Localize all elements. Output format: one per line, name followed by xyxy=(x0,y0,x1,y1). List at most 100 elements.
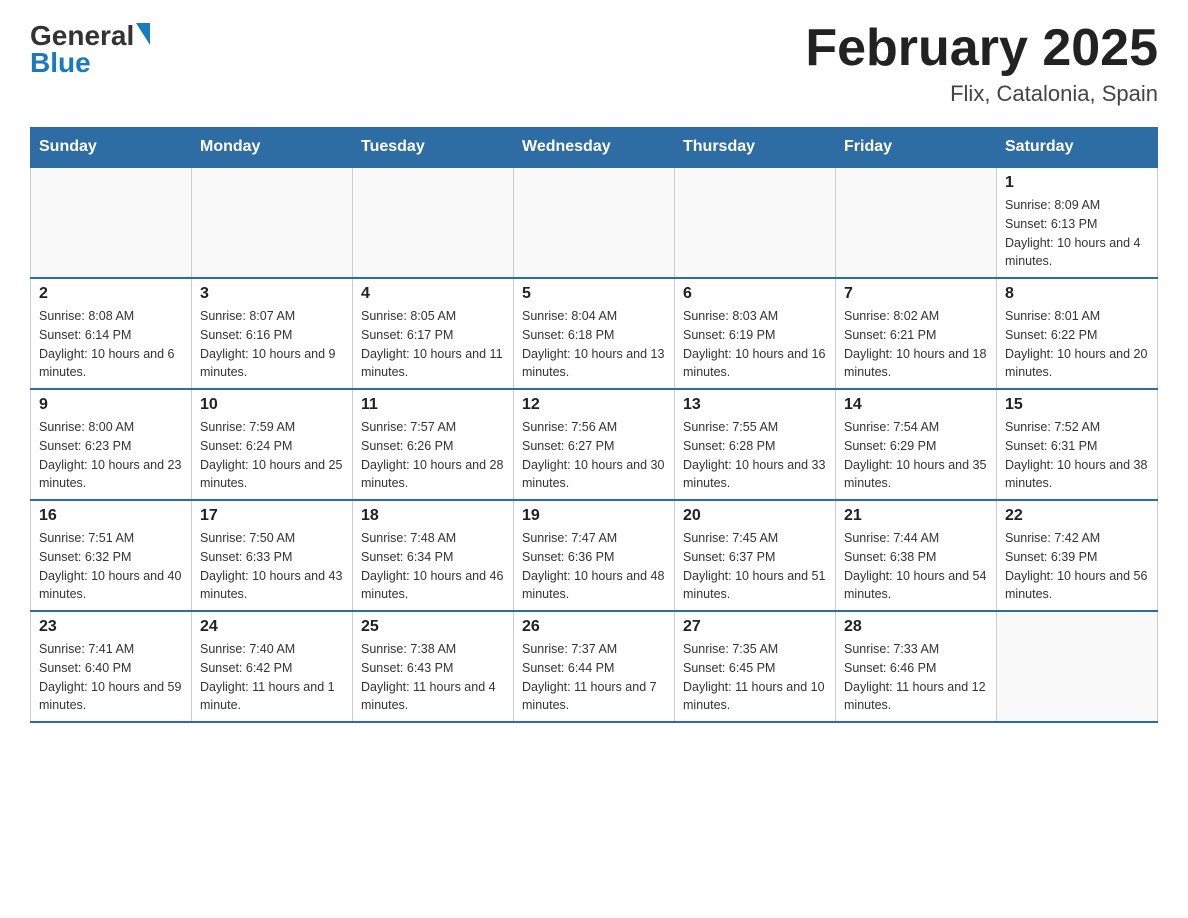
calendar-cell: 10 Sunrise: 7:59 AM Sunset: 6:24 PM Dayli… xyxy=(192,389,353,500)
calendar-cell: 15Sunrise: 7:52 AM Sunset: 6:31 PM Dayli… xyxy=(997,389,1158,500)
day-info: Sunrise: 7:54 AM Sunset: 6:29 PM Dayligh… xyxy=(844,418,988,493)
calendar-cell xyxy=(31,167,192,278)
day-info: Sunrise: 7:38 AM Sunset: 6:43 PM Dayligh… xyxy=(361,640,505,715)
calendar-cell: 26 Sunrise: 7:37 AM Sunset: 6:44 PM Dayli… xyxy=(514,611,675,722)
calendar-cell: 24 Sunrise: 7:40 AM Sunset: 6:42 PM Dayli… xyxy=(192,611,353,722)
day-info: Sunrise: 7:44 AM Sunset: 6:38 PM Dayligh… xyxy=(844,529,988,604)
calendar-cell xyxy=(192,167,353,278)
day-info: Sunrise: 7:45 AM Sunset: 6:37 PM Dayligh… xyxy=(683,529,827,604)
day-info: Sunrise: 7:37 AM Sunset: 6:44 PM Dayligh… xyxy=(522,640,666,715)
page-header: General Blue February 2025 Flix, Catalon… xyxy=(30,20,1158,107)
day-number: 14 xyxy=(844,396,988,414)
calendar-cell xyxy=(997,611,1158,722)
day-info: Sunrise: 7:48 AM Sunset: 6:34 PM Dayligh… xyxy=(361,529,505,604)
calendar-cell: 7 Sunrise: 8:02 AM Sunset: 6:21 PM Daylig… xyxy=(836,278,997,389)
day-number: 28 xyxy=(844,618,988,636)
logo-blue: Blue xyxy=(30,47,91,79)
day-number: 26 xyxy=(522,618,666,636)
day-info: Sunrise: 7:51 AM Sunset: 6:32 PM Dayligh… xyxy=(39,529,183,604)
calendar-cell: 6Sunrise: 8:03 AM Sunset: 6:19 PM Daylig… xyxy=(675,278,836,389)
title-area: February 2025 Flix, Catalonia, Spain xyxy=(805,20,1158,107)
calendar-cell: 18 Sunrise: 7:48 AM Sunset: 6:34 PM Dayli… xyxy=(353,500,514,611)
week-row-5: 23 Sunrise: 7:41 AM Sunset: 6:40 PM Dayli… xyxy=(31,611,1158,722)
day-number: 20 xyxy=(683,507,827,525)
calendar-cell: 20 Sunrise: 7:45 AM Sunset: 6:37 PM Dayli… xyxy=(675,500,836,611)
calendar-cell: 28 Sunrise: 7:33 AM Sunset: 6:46 PM Dayli… xyxy=(836,611,997,722)
column-header-sunday: Sunday xyxy=(31,128,192,168)
calendar-cell: 1 Sunrise: 8:09 AM Sunset: 6:13 PM Daylig… xyxy=(997,167,1158,278)
column-header-saturday: Saturday xyxy=(997,128,1158,168)
calendar-cell: 9 Sunrise: 8:00 AM Sunset: 6:23 PM Daylig… xyxy=(31,389,192,500)
day-number: 18 xyxy=(361,507,505,525)
column-header-monday: Monday xyxy=(192,128,353,168)
logo-triangle-icon xyxy=(136,23,150,45)
day-info: Sunrise: 7:41 AM Sunset: 6:40 PM Dayligh… xyxy=(39,640,183,715)
week-row-3: 9 Sunrise: 8:00 AM Sunset: 6:23 PM Daylig… xyxy=(31,389,1158,500)
day-number: 10 xyxy=(200,396,344,414)
day-number: 21 xyxy=(844,507,988,525)
day-number: 5 xyxy=(522,285,666,303)
calendar-cell: 4Sunrise: 8:05 AM Sunset: 6:17 PM Daylig… xyxy=(353,278,514,389)
calendar-cell: 11 Sunrise: 7:57 AM Sunset: 6:26 PM Dayli… xyxy=(353,389,514,500)
day-number: 27 xyxy=(683,618,827,636)
calendar-cell: 13 Sunrise: 7:55 AM Sunset: 6:28 PM Dayli… xyxy=(675,389,836,500)
day-info: Sunrise: 7:59 AM Sunset: 6:24 PM Dayligh… xyxy=(200,418,344,493)
column-header-friday: Friday xyxy=(836,128,997,168)
day-number: 4 xyxy=(361,285,505,303)
day-number: 23 xyxy=(39,618,183,636)
day-number: 2 xyxy=(39,285,183,303)
day-number: 6 xyxy=(683,285,827,303)
day-info: Sunrise: 8:09 AM Sunset: 6:13 PM Dayligh… xyxy=(1005,196,1149,271)
day-info: Sunrise: 7:52 AM Sunset: 6:31 PM Dayligh… xyxy=(1005,418,1149,493)
day-number: 1 xyxy=(1005,174,1149,192)
calendar-cell: 14 Sunrise: 7:54 AM Sunset: 6:29 PM Dayli… xyxy=(836,389,997,500)
day-info: Sunrise: 8:02 AM Sunset: 6:21 PM Dayligh… xyxy=(844,307,988,382)
day-info: Sunrise: 7:55 AM Sunset: 6:28 PM Dayligh… xyxy=(683,418,827,493)
calendar-cell: 8Sunrise: 8:01 AM Sunset: 6:22 PM Daylig… xyxy=(997,278,1158,389)
column-header-tuesday: Tuesday xyxy=(353,128,514,168)
day-number: 11 xyxy=(361,396,505,414)
calendar-cell: 22 Sunrise: 7:42 AM Sunset: 6:39 PM Dayli… xyxy=(997,500,1158,611)
calendar-cell: 25 Sunrise: 7:38 AM Sunset: 6:43 PM Dayli… xyxy=(353,611,514,722)
column-header-thursday: Thursday xyxy=(675,128,836,168)
week-row-1: 1 Sunrise: 8:09 AM Sunset: 6:13 PM Daylig… xyxy=(31,167,1158,278)
day-number: 24 xyxy=(200,618,344,636)
day-info: Sunrise: 7:42 AM Sunset: 6:39 PM Dayligh… xyxy=(1005,529,1149,604)
day-info: Sunrise: 7:50 AM Sunset: 6:33 PM Dayligh… xyxy=(200,529,344,604)
calendar-cell: 27Sunrise: 7:35 AM Sunset: 6:45 PM Dayli… xyxy=(675,611,836,722)
day-info: Sunrise: 7:33 AM Sunset: 6:46 PM Dayligh… xyxy=(844,640,988,715)
day-info: Sunrise: 8:08 AM Sunset: 6:14 PM Dayligh… xyxy=(39,307,183,382)
day-number: 22 xyxy=(1005,507,1149,525)
day-number: 3 xyxy=(200,285,344,303)
day-number: 7 xyxy=(844,285,988,303)
day-number: 13 xyxy=(683,396,827,414)
day-number: 12 xyxy=(522,396,666,414)
calendar-cell: 3 Sunrise: 8:07 AM Sunset: 6:16 PM Daylig… xyxy=(192,278,353,389)
day-info: Sunrise: 8:07 AM Sunset: 6:16 PM Dayligh… xyxy=(200,307,344,382)
calendar-cell: 23 Sunrise: 7:41 AM Sunset: 6:40 PM Dayli… xyxy=(31,611,192,722)
day-info: Sunrise: 7:47 AM Sunset: 6:36 PM Dayligh… xyxy=(522,529,666,604)
day-number: 19 xyxy=(522,507,666,525)
calendar-cell: 16 Sunrise: 7:51 AM Sunset: 6:32 PM Dayli… xyxy=(31,500,192,611)
calendar-cell: 21 Sunrise: 7:44 AM Sunset: 6:38 PM Dayli… xyxy=(836,500,997,611)
calendar-header-row: SundayMondayTuesdayWednesdayThursdayFrid… xyxy=(31,128,1158,168)
day-info: Sunrise: 8:00 AM Sunset: 6:23 PM Dayligh… xyxy=(39,418,183,493)
day-number: 9 xyxy=(39,396,183,414)
calendar-table: SundayMondayTuesdayWednesdayThursdayFrid… xyxy=(30,127,1158,723)
calendar-cell xyxy=(836,167,997,278)
day-number: 25 xyxy=(361,618,505,636)
calendar-cell: 12 Sunrise: 7:56 AM Sunset: 6:27 PM Dayli… xyxy=(514,389,675,500)
day-number: 16 xyxy=(39,507,183,525)
month-title: February 2025 xyxy=(805,20,1158,77)
calendar-cell: 19 Sunrise: 7:47 AM Sunset: 6:36 PM Dayli… xyxy=(514,500,675,611)
column-header-wednesday: Wednesday xyxy=(514,128,675,168)
day-info: Sunrise: 8:04 AM Sunset: 6:18 PM Dayligh… xyxy=(522,307,666,382)
week-row-2: 2 Sunrise: 8:08 AM Sunset: 6:14 PM Daylig… xyxy=(31,278,1158,389)
day-number: 8 xyxy=(1005,285,1149,303)
day-info: Sunrise: 7:40 AM Sunset: 6:42 PM Dayligh… xyxy=(200,640,344,715)
calendar-cell xyxy=(353,167,514,278)
day-info: Sunrise: 7:57 AM Sunset: 6:26 PM Dayligh… xyxy=(361,418,505,493)
calendar-cell xyxy=(675,167,836,278)
logo: General Blue xyxy=(30,20,150,79)
day-info: Sunrise: 7:56 AM Sunset: 6:27 PM Dayligh… xyxy=(522,418,666,493)
